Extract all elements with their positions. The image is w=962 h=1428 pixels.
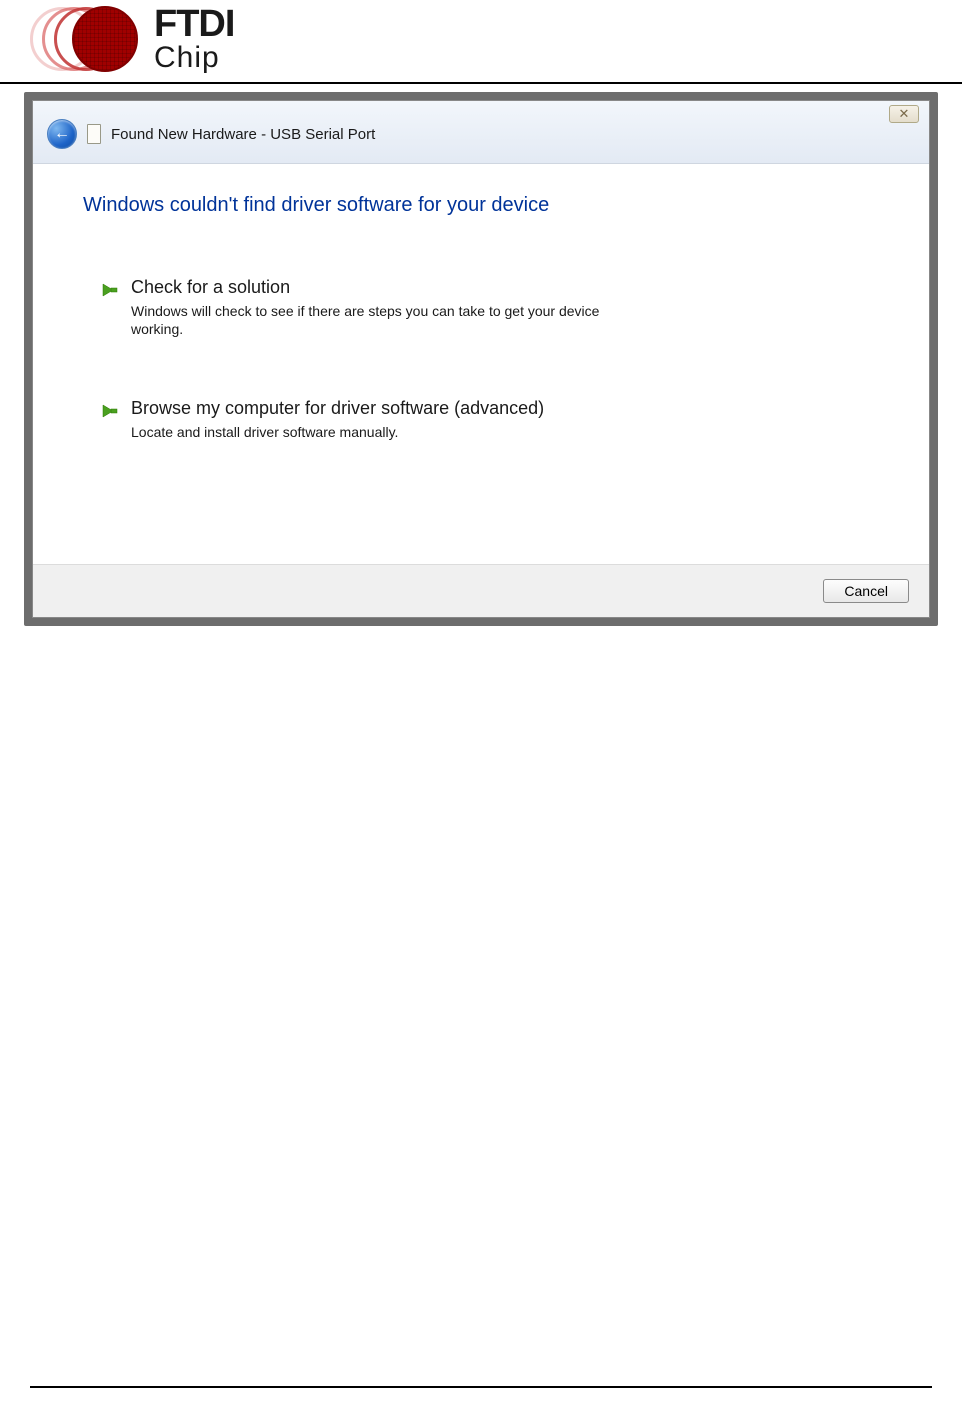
arrow-icon <box>101 281 119 299</box>
option-browse-computer[interactable]: Browse my computer for driver software (… <box>83 398 879 441</box>
dialog-outer-frame: ✕ ← Found New Hardware - USB Serial Port… <box>24 92 938 626</box>
device-icon <box>87 124 101 144</box>
document-header: FTDI Chip <box>0 0 962 84</box>
dialog-titlebar: ✕ ← Found New Hardware - USB Serial Port <box>33 101 929 164</box>
option-description: Locate and install driver software manua… <box>131 423 651 441</box>
logo-line2: Chip <box>154 43 234 73</box>
arrow-icon <box>101 402 119 420</box>
dialog-footer: Cancel <box>33 564 929 617</box>
back-button[interactable]: ← <box>47 119 77 149</box>
option-description: Windows will check to see if there are s… <box>131 302 651 338</box>
back-arrow-icon: ← <box>54 125 70 143</box>
dialog-body: Windows couldn't find driver software fo… <box>33 164 929 564</box>
close-icon: ✕ <box>899 106 910 122</box>
option-title: Browse my computer for driver software (… <box>131 398 879 419</box>
dialog-heading: Windows couldn't find driver software fo… <box>83 194 879 217</box>
dialog-title: Found New Hardware - USB Serial Port <box>111 126 375 143</box>
logo-text: FTDI Chip <box>154 5 234 73</box>
option-text: Check for a solution Windows will check … <box>131 277 879 338</box>
option-check-solution[interactable]: Check for a solution Windows will check … <box>83 277 879 338</box>
option-title: Check for a solution <box>131 277 879 298</box>
cancel-button[interactable]: Cancel <box>823 579 909 603</box>
found-new-hardware-dialog: ✕ ← Found New Hardware - USB Serial Port… <box>32 100 930 618</box>
logo-line1: FTDI <box>154 5 234 43</box>
option-text: Browse my computer for driver software (… <box>131 398 879 441</box>
footer-rule <box>30 1386 932 1388</box>
close-button[interactable]: ✕ <box>889 105 919 123</box>
logo-graphic <box>30 4 150 74</box>
ftdi-logo: FTDI Chip <box>30 4 234 74</box>
